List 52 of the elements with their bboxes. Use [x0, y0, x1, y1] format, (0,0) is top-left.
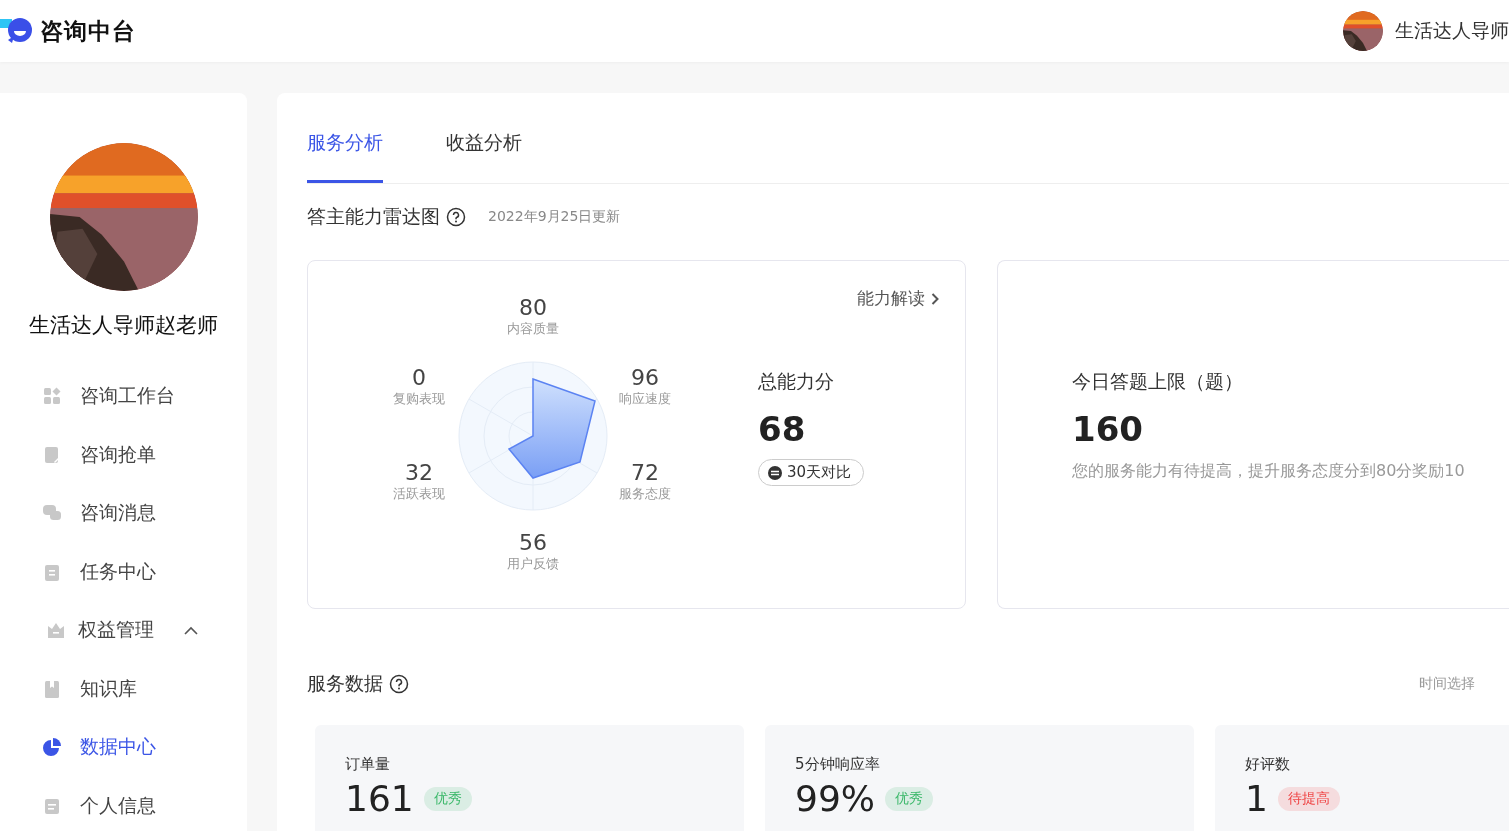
- axis-value: 0: [412, 366, 426, 391]
- chevron-right-icon: [931, 292, 939, 305]
- status-badge: 优秀: [885, 786, 933, 811]
- help-icon[interactable]: [446, 207, 466, 227]
- stat-value: 99%: [795, 778, 875, 819]
- limit-note: 您的服务能力有待提高，提升服务态度分到80分奖励10: [1072, 461, 1466, 482]
- section-title: 服务数据: [307, 671, 383, 696]
- pie-chart-icon: [42, 737, 62, 758]
- axis-value: 72: [631, 461, 659, 486]
- sidebar-item[interactable]: 咨询工作台: [0, 367, 247, 426]
- help-icon[interactable]: [389, 674, 409, 694]
- limit-value: 160: [1072, 409, 1144, 449]
- axis-label: 服务态度: [619, 485, 671, 504]
- axis-value: 32: [405, 461, 433, 486]
- stat-label: 好评数: [1245, 755, 1291, 774]
- sidebar-item[interactable]: 咨询消息: [0, 484, 247, 543]
- app-name: 咨询中台: [40, 16, 136, 46]
- sidebar-item[interactable]: 咨询抢单: [0, 425, 247, 484]
- user-name[interactable]: 生活达人导师: [1395, 18, 1509, 44]
- sidebar-item[interactable]: 个人信息: [0, 776, 247, 831]
- stat-label: 5分钟响应率: [795, 755, 881, 774]
- tab[interactable]: 收益分析: [446, 130, 522, 183]
- section-title: 答主能力雷达图: [307, 204, 440, 229]
- sidebar-item[interactable]: 权益管理: [0, 601, 247, 660]
- axis-value: 56: [519, 531, 547, 556]
- score-value: 68: [758, 409, 807, 449]
- status-badge: 待提高: [1277, 786, 1340, 811]
- axis-label: 复购表现: [393, 390, 445, 409]
- sidebar-item[interactable]: 知识库: [0, 659, 247, 718]
- tab[interactable]: 服务分析: [307, 130, 383, 183]
- status-badge: 优秀: [423, 786, 472, 811]
- ability-link[interactable]: 能力解读: [857, 287, 939, 310]
- profile-name: 生活达人导师赵老师: [29, 312, 218, 339]
- update-date: 2022年9月25日更新: [488, 208, 621, 226]
- axis-label: 响应速度: [619, 390, 671, 409]
- book-icon: [42, 678, 62, 699]
- axis-value: 96: [631, 366, 659, 391]
- grid-icon: [42, 386, 62, 407]
- axis-label: 用户反馈: [507, 555, 559, 574]
- stat-label: 订单量: [345, 755, 391, 774]
- axis-label: 活跃表现: [393, 485, 445, 504]
- stat-value: 1: [1245, 778, 1268, 819]
- compare-button[interactable]: 30天对比: [758, 459, 865, 486]
- sidebar-item[interactable]: 任务中心: [0, 542, 247, 601]
- score-label: 总能力分: [758, 369, 835, 394]
- stat-value: 161: [345, 778, 414, 819]
- chevron-up-icon[interactable]: [184, 625, 198, 635]
- compare-icon: [767, 464, 783, 481]
- axis-label: 内容质量: [507, 320, 559, 339]
- axis-value: 80: [519, 296, 547, 321]
- sidebar-item[interactable]: 数据中心: [0, 718, 247, 777]
- limit-title: 今日答题上限（题）: [1072, 369, 1244, 394]
